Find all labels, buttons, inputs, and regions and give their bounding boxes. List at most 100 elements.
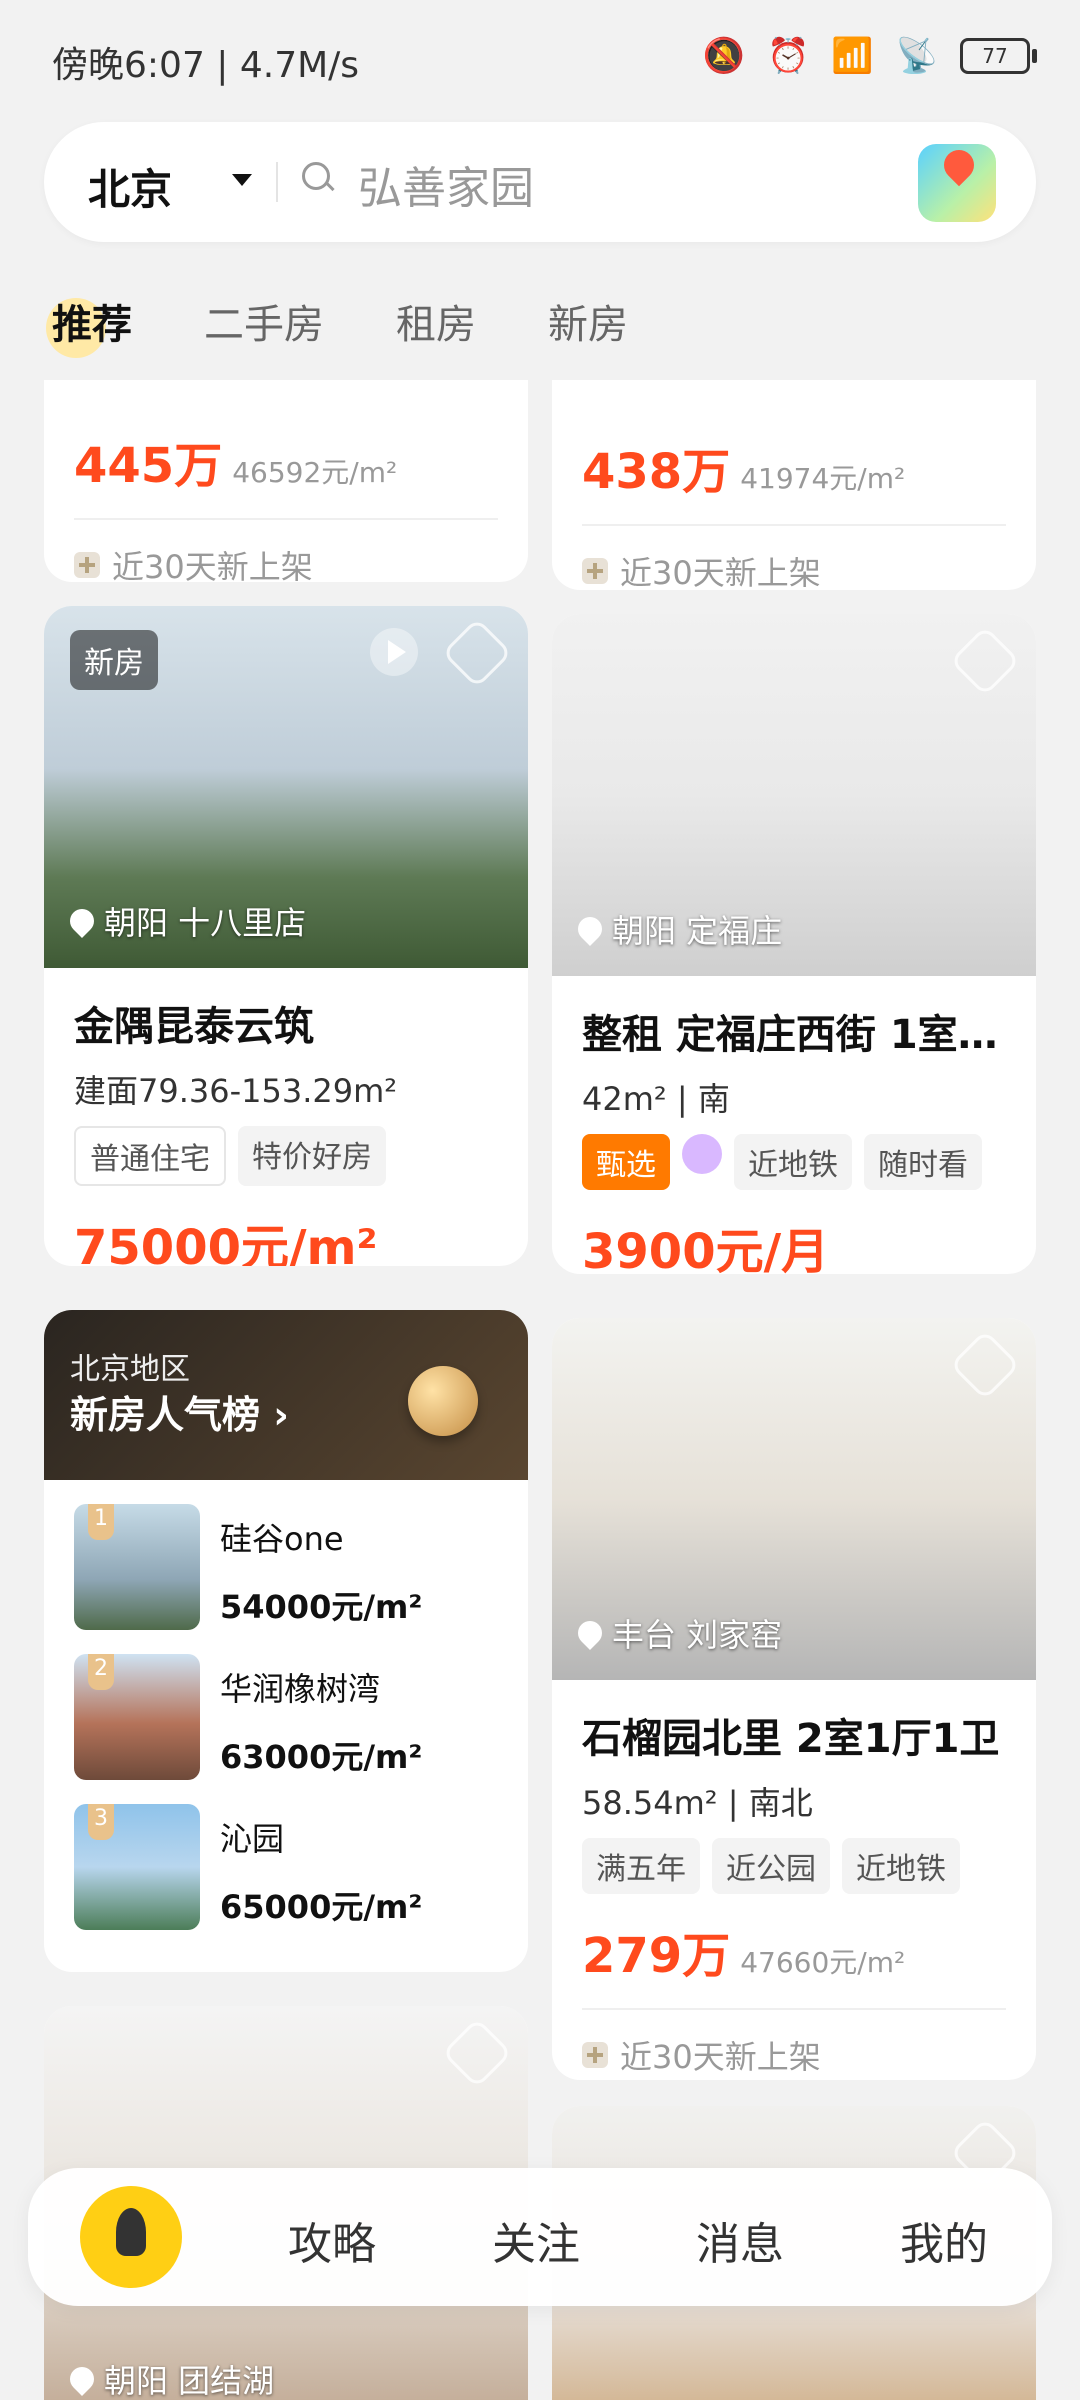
new-home-card[interactable]: 新房 朝阳 十八里店 金隅昆泰云筑 建面79.36-153.29m² 普通住宅 … [44, 606, 528, 1266]
location-pin-icon [65, 2362, 99, 2396]
nav-me[interactable]: 我的 [900, 2208, 988, 2272]
ranking-name: 沁园 [220, 1820, 285, 1858]
listing-title: 整租 定福庄西街 1室… [582, 1012, 998, 1058]
ranking-item[interactable]: 3 沁园 65000元/m² [74, 1804, 498, 1930]
listing-tags: 普通住宅 特价好房 [74, 1126, 498, 1186]
battery-icon: 77 [960, 38, 1037, 74]
rank-badge: 1 [88, 1504, 114, 1540]
tag: 近公园 [712, 1838, 830, 1894]
ranking-thumb: 3 [74, 1804, 200, 1930]
listing-feed[interactable]: 445万 46592元/m² 近30天新上架 438万 41974元/m² 近30天… [0, 380, 1080, 2400]
rank-badge: 3 [88, 1804, 114, 1840]
ranking-item[interactable]: 1 硅谷one 54000元/m² [74, 1504, 498, 1630]
vr-icon[interactable] [949, 1329, 1021, 1401]
rank-badge: 2 [88, 1654, 114, 1690]
tab-second-hand[interactable]: 二手房 [204, 292, 324, 350]
nav-messages[interactable]: 消息 [696, 2208, 784, 2272]
listing-area: 建面79.36-153.29m² [74, 1072, 398, 1110]
ranking-price: 63000元/m² [220, 1738, 423, 1776]
location-pin-icon [65, 904, 99, 938]
listing-location: 朝阳 定福庄 [573, 906, 782, 952]
listing-price: 438万 41974元/m² [582, 444, 906, 500]
rent-card[interactable]: 朝阳 定福庄 整租 定福庄西街 1室… 42m² | 南 甄选 近地铁 随时看 … [552, 614, 1036, 1274]
tab-recommend[interactable]: 推荐 [46, 292, 132, 358]
nav-follow[interactable]: 关注 [492, 2208, 580, 2272]
listing-card[interactable]: 445万 46592元/m² 近30天新上架 [44, 380, 528, 582]
tab-bar: 推荐 二手房 租房 新房 [0, 280, 1080, 360]
ranking-thumb: 2 [74, 1654, 200, 1780]
search-icon [302, 162, 330, 190]
vr-icon[interactable] [441, 2017, 513, 2089]
listing-title: 石榴园北里 2室1厅1卫 [582, 1716, 1000, 1762]
listing-card[interactable]: 438万 41974元/m² 近30天新上架 [552, 380, 1036, 590]
listing-photo[interactable]: 朝阳 定福庄 [552, 614, 1036, 976]
status-icons: 🔕 ⏰ 📶 📡 77 [702, 36, 1037, 76]
unit-price: 41974元/m² [740, 462, 906, 495]
new-icon [582, 558, 608, 584]
tag: 随时看 [864, 1134, 982, 1190]
play-icon[interactable] [370, 628, 418, 676]
listing-location: 朝阳 十八里店 [65, 898, 306, 944]
ranking-thumb: 1 [74, 1504, 200, 1630]
listing-price: 279万 47660元/m² [582, 1928, 906, 1984]
owl-icon [682, 1134, 722, 1174]
recent-listing-note: 近30天新上架 [582, 524, 1006, 590]
wifi-icon: 📡 [895, 36, 938, 76]
location-pin-icon [573, 1616, 607, 1650]
listing-area: 42m² | 南 [582, 1080, 730, 1118]
new-icon [582, 2042, 608, 2068]
listing-price: 445万 46592元/m² [74, 438, 398, 494]
listing-location: 朝阳 团结湖 [65, 2356, 274, 2400]
listing-location: 丰台 刘家窑 [573, 1610, 782, 1656]
alarm-icon: ⏰ [766, 36, 810, 76]
ranking-name: 华润橡树湾 [220, 1670, 381, 1708]
unit-price: 46592元/m² [232, 456, 398, 489]
tag: 满五年 [582, 1838, 700, 1894]
listing-photo[interactable]: 丰台 刘家窑 [552, 1318, 1036, 1680]
map-pin-icon [937, 143, 981, 187]
status-time: 傍晚6:07 | 4.7M/s [52, 45, 360, 86]
caret-down-icon[interactable] [232, 174, 252, 186]
location-pin-icon [573, 912, 607, 946]
listing-title: 金隅昆泰云筑 [74, 1004, 314, 1050]
tab-rent[interactable]: 租房 [396, 292, 476, 350]
map-icon[interactable] [918, 143, 996, 222]
listing-price: 75000元/m² [74, 1220, 378, 1266]
city-selector[interactable]: 北京 [88, 156, 172, 217]
ranking-header[interactable]: 北京地区 新房人气榜 › [44, 1310, 528, 1480]
bottom-nav: 攻略 关注 消息 我的 [28, 2168, 1052, 2306]
tag: 近地铁 [734, 1134, 852, 1190]
vr-icon[interactable] [949, 625, 1021, 697]
new-icon [74, 552, 100, 578]
ranking-item[interactable]: 2 华润橡树湾 63000元/m² [74, 1654, 498, 1780]
ranking-price: 65000元/m² [220, 1888, 423, 1926]
status-bar: 傍晚6:07 | 4.7M/s 🔕 ⏰ 📶 📡 77 [0, 0, 1080, 120]
tab-new-home[interactable]: 新房 [548, 292, 628, 350]
listing-card[interactable]: 丰台 刘家窑 石榴园北里 2室1厅1卫 58.54m² | 南北 满五年 近公园… [552, 1318, 1036, 2080]
recent-listing-note: 近30天新上架 [74, 518, 498, 582]
select-badge: 甄选 [582, 1134, 670, 1190]
listing-photo[interactable]: 新房 朝阳 十八里店 [44, 606, 528, 968]
new-home-badge: 新房 [70, 630, 158, 690]
ranking-title[interactable]: 新房人气榜 › [70, 1384, 289, 1439]
tag: 近地铁 [842, 1838, 960, 1894]
ranking-region: 北京地区 [70, 1352, 190, 1387]
ranking-card[interactable]: 北京地区 新房人气榜 › 1 硅谷one 54000元/m² 2 华润橡树湾 6… [44, 1310, 528, 1972]
tag: 特价好房 [238, 1126, 386, 1186]
vr-icon[interactable] [441, 617, 513, 689]
home-rocket-button[interactable] [80, 2186, 182, 2288]
ranking-price: 54000元/m² [220, 1588, 423, 1626]
recent-listing-note: 近30天新上架 [582, 2008, 1006, 2078]
listing-price: 3900元/月 [582, 1224, 830, 1274]
listing-area: 58.54m² | 南北 [582, 1784, 813, 1822]
mute-icon: 🔕 [702, 36, 745, 76]
nav-guide[interactable]: 攻略 [288, 2208, 376, 2272]
tag: 普通住宅 [74, 1126, 226, 1186]
search-bar[interactable]: 北京 弘善家园 [44, 122, 1036, 242]
listing-tags: 甄选 近地铁 随时看 [582, 1134, 1006, 1190]
coin-icon [408, 1366, 478, 1436]
search-input[interactable]: 弘善家园 [358, 152, 534, 216]
listing-tags: 满五年 近公园 近地铁 [582, 1838, 1006, 1894]
search-divider [276, 162, 278, 202]
ranking-name: 硅谷one [220, 1520, 344, 1558]
